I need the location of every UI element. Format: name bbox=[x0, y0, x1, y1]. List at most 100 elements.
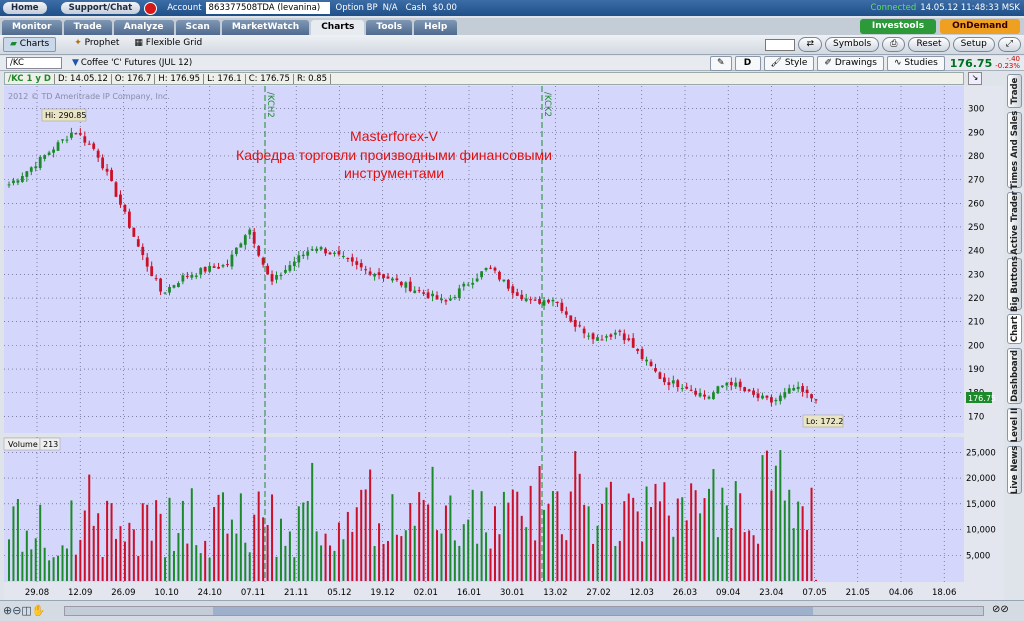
candle-body bbox=[774, 399, 778, 402]
tools-icon[interactable]: ✎ bbox=[709, 55, 732, 71]
zoom-tools-icon[interactable]: ⊕⊖◫✋ bbox=[3, 604, 46, 617]
sidebar-tab-big-buttons[interactable]: Big Buttons bbox=[1007, 256, 1022, 312]
tab-help[interactable]: Help bbox=[414, 20, 458, 35]
volume-bar bbox=[783, 500, 786, 581]
tab-marketwatch[interactable]: MarketWatch bbox=[221, 20, 310, 35]
support-chat-button[interactable]: Support/Chat bbox=[60, 2, 141, 14]
flexible-grid-label: Flexible Grid bbox=[145, 38, 203, 48]
volume-bar bbox=[801, 506, 804, 581]
scroll-arrows-icon[interactable]: ⊘⊘ bbox=[992, 604, 1009, 615]
prophet-subtab[interactable]: ✦ Prophet bbox=[68, 37, 125, 52]
sidebar-tab-live-news[interactable]: Live News bbox=[1007, 446, 1022, 494]
candle-body bbox=[489, 267, 492, 269]
volume-bar bbox=[164, 557, 167, 581]
timeframe-button[interactable]: D bbox=[734, 55, 761, 71]
record-icon[interactable] bbox=[144, 1, 158, 15]
candle-body bbox=[671, 380, 675, 384]
candle-body bbox=[368, 271, 372, 275]
account-select[interactable]: 863377508TDA (levanina) bbox=[205, 2, 330, 14]
x-tick-label: 26.09 bbox=[111, 588, 135, 598]
setup-button[interactable]: Setup bbox=[952, 37, 995, 52]
candle-body bbox=[578, 325, 582, 327]
candle-body bbox=[573, 319, 577, 327]
annotation-line-2: Кафедра торговли производными финансовым… bbox=[236, 147, 552, 163]
investools-button[interactable]: Investools bbox=[859, 19, 937, 34]
candle-body bbox=[720, 385, 724, 388]
studies-button[interactable]: ∿ Studies bbox=[886, 55, 945, 71]
hi-label: Hi: 290.85 bbox=[45, 111, 86, 120]
flexible-grid-subtab[interactable]: ▦ Flexible Grid bbox=[128, 37, 208, 52]
y-tick-label: 290 bbox=[968, 128, 984, 138]
tab-trade[interactable]: Trade bbox=[63, 20, 112, 35]
y-tick-label: 190 bbox=[968, 365, 984, 375]
style-button[interactable]: 🖌 Style bbox=[763, 55, 815, 71]
charts-subtab[interactable]: ▰ Charts bbox=[3, 37, 57, 52]
candle-body bbox=[770, 397, 773, 403]
volume-bar bbox=[8, 539, 10, 581]
volume-bar bbox=[650, 506, 653, 581]
sidebar-tab-dashboard[interactable]: Dashboard bbox=[1007, 348, 1022, 404]
expand-icon[interactable]: ⤢ bbox=[997, 37, 1021, 52]
symbols-button[interactable]: Symbols bbox=[825, 37, 880, 52]
candle-body bbox=[150, 266, 154, 277]
home-button[interactable]: Home bbox=[3, 2, 47, 14]
volume-bar bbox=[534, 540, 537, 581]
tab-analyze[interactable]: Analyze bbox=[113, 20, 174, 35]
tab-charts[interactable]: Charts bbox=[311, 20, 365, 35]
drawings-button[interactable]: ✐ Drawings bbox=[817, 55, 884, 71]
charts-toolbar: ▰ Charts ✦ Prophet ▦ Flexible Grid ⇄ Sym… bbox=[0, 35, 1024, 55]
link-icon[interactable]: ⇄ bbox=[798, 37, 823, 52]
volume-bar bbox=[168, 497, 171, 581]
scrollbar-thumb[interactable] bbox=[213, 607, 813, 615]
volume-bar bbox=[400, 536, 403, 581]
reset-button[interactable]: Reset bbox=[908, 37, 950, 52]
sidebar-tab-trade[interactable]: Trade bbox=[1007, 74, 1022, 108]
volume-bar bbox=[676, 498, 679, 581]
volume-bar bbox=[788, 489, 791, 581]
candle-body bbox=[52, 149, 55, 153]
candle-body bbox=[154, 278, 158, 280]
volume-bar bbox=[516, 491, 519, 581]
tab-tools[interactable]: Tools bbox=[366, 20, 413, 35]
ondemand-button[interactable]: OnDemand bbox=[940, 19, 1020, 34]
volume-bar bbox=[373, 546, 376, 581]
tab-monitor[interactable]: Monitor bbox=[2, 20, 62, 35]
volume-bar bbox=[600, 503, 603, 581]
volume-bar bbox=[574, 451, 577, 581]
volume-bar bbox=[244, 542, 247, 581]
candle-body bbox=[685, 386, 689, 389]
volume-bar bbox=[123, 541, 126, 581]
candle-body bbox=[743, 387, 747, 392]
sidebar-tab-level-ii[interactable]: Level II bbox=[1007, 408, 1022, 442]
info-open: O: 176.7 bbox=[112, 73, 156, 84]
candle-body bbox=[226, 264, 229, 266]
layout-selector[interactable] bbox=[765, 38, 796, 51]
volume-bar bbox=[266, 524, 269, 581]
price-chart[interactable]: 1701801902002102202302402502602702802903… bbox=[0, 86, 1004, 600]
contract-roll-label: /KCH2 bbox=[265, 92, 275, 118]
ohlc-info-row: /KC 1 y D D: 14.05.12 O: 176.7 H: 176.95… bbox=[4, 72, 964, 85]
filter-icon[interactable]: ▼ bbox=[72, 58, 79, 68]
volume-bar bbox=[199, 553, 202, 581]
y-tick-label: 230 bbox=[968, 270, 984, 280]
candle-body bbox=[622, 333, 626, 341]
x-tick-label: 12.03 bbox=[630, 588, 654, 598]
volume-bar bbox=[583, 504, 586, 581]
collapse-icon[interactable]: ↘ bbox=[968, 72, 982, 85]
candle-body bbox=[600, 339, 604, 341]
annotation-line-3: инструментами bbox=[344, 165, 444, 181]
volume-bar bbox=[596, 525, 599, 581]
sidebar-tab-active-trader[interactable]: Active Trader bbox=[1007, 191, 1022, 255]
symbol-input[interactable]: /KC bbox=[6, 57, 62, 69]
print-icon[interactable]: ⎙ bbox=[882, 37, 906, 52]
tab-scan[interactable]: Scan bbox=[175, 20, 220, 35]
sidebar-tab-times-and-sales[interactable]: Times And Sales bbox=[1007, 111, 1022, 189]
candle-body bbox=[355, 261, 359, 265]
sidebar-tab-chart[interactable]: Chart bbox=[1007, 314, 1022, 344]
volume-bar bbox=[306, 501, 309, 581]
candle-body bbox=[194, 275, 198, 277]
horizontal-scrollbar[interactable] bbox=[64, 606, 984, 616]
volume-bar bbox=[235, 533, 238, 581]
candle-body bbox=[306, 251, 310, 256]
x-tick-label: 13.02 bbox=[543, 588, 567, 598]
